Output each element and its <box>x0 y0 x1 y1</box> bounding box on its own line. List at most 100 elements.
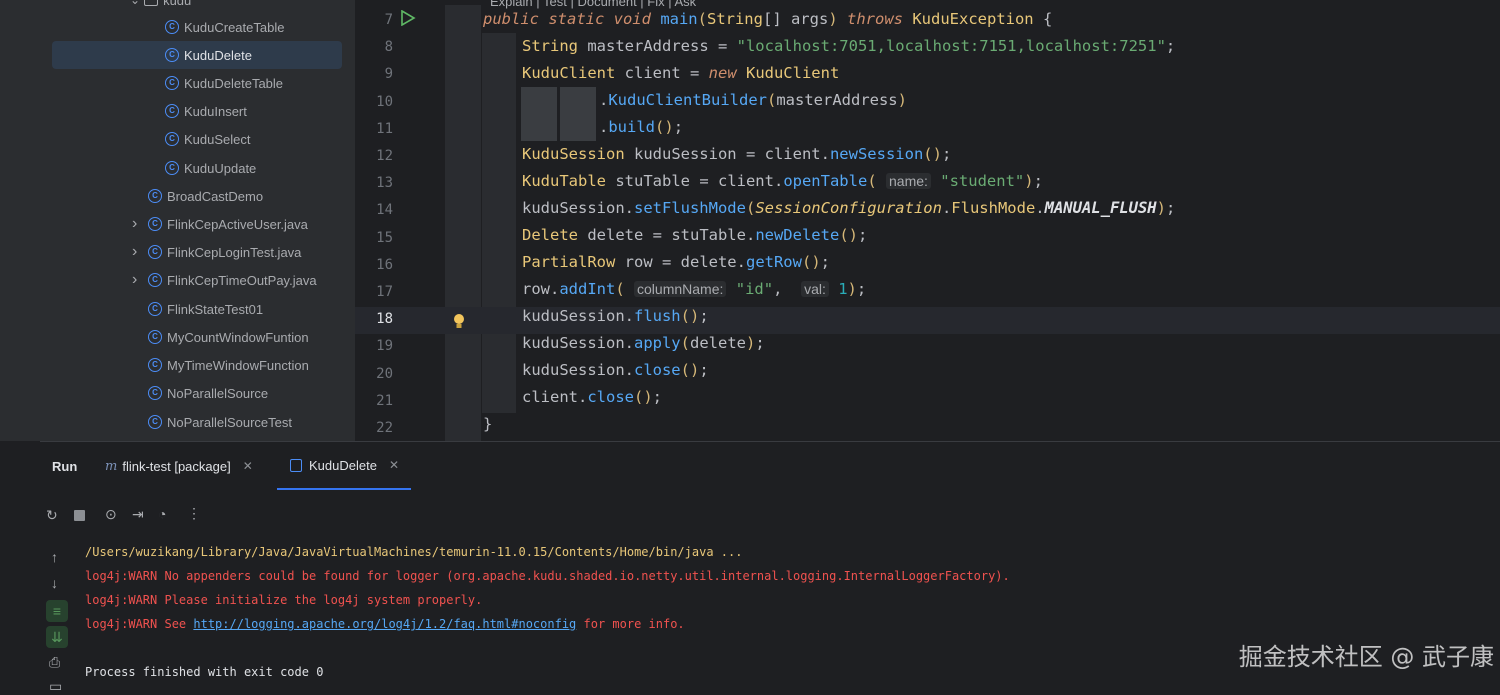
tree-item[interactable]: C KuduSelect <box>52 125 342 153</box>
tree-folder-kudu[interactable]: ⌄ kudu <box>130 0 330 14</box>
line-number: 8 <box>384 39 393 56</box>
line-number: 10 <box>376 93 393 110</box>
line-number: 15 <box>376 229 393 246</box>
tree-item[interactable]: C NoParallelSourceTest <box>52 408 342 436</box>
class-icon: C <box>148 189 162 203</box>
stop-icon[interactable] <box>74 508 85 524</box>
code-line-11[interactable]: .build(); <box>599 118 683 136</box>
delete-icon[interactable]: ▭ <box>49 678 62 695</box>
console-line-warn-3: log4j:WARN See http://logging.apache.org… <box>85 617 685 631</box>
soft-wrap-icon[interactable]: ≡ <box>46 600 68 622</box>
class-icon: C <box>165 76 179 90</box>
line-number: 13 <box>376 175 393 192</box>
class-icon: C <box>165 20 179 34</box>
camera-icon[interactable]: ⊙ <box>105 506 117 523</box>
tree-item-label: KuduDeleteTable <box>184 75 284 91</box>
code-line-13[interactable]: KuduTable stuTable = client.openTable( n… <box>522 172 1043 190</box>
line-number: 21 <box>376 392 393 409</box>
run-gutter-icon[interactable] <box>400 10 416 26</box>
tree-item[interactable]: C KuduInsert <box>52 97 342 125</box>
indent-guide <box>445 5 481 441</box>
chevron-right-icon[interactable]: › <box>132 243 137 261</box>
watermark: 掘金技术社区 @ 武子康 <box>1238 643 1494 671</box>
tree-item-label: MyCountWindowFuntion <box>167 329 309 345</box>
code-line-17[interactable]: row.addInt( columnName: "id", val: 1); <box>522 280 866 298</box>
tree-item[interactable]: C BroadCastDemo <box>52 182 342 210</box>
tree-item-label: KuduSelect <box>184 131 251 147</box>
class-icon: C <box>165 132 179 146</box>
console-line-java-path: /Users/wuzikang/Library/Java/JavaVirtual… <box>85 545 743 559</box>
tree-item-label: FlinkStateTest01 <box>167 301 264 317</box>
line-number: 14 <box>376 202 393 219</box>
scroll-down-icon[interactable]: ↓ <box>51 575 58 591</box>
tree-item[interactable]: C FlinkStateTest01 <box>52 295 342 323</box>
folder-icon <box>144 0 159 6</box>
class-icon: C <box>165 48 179 62</box>
console-text: log4j:WARN See <box>85 617 194 631</box>
tree-item-label: KuduUpdate <box>184 160 257 176</box>
scroll-to-end-icon[interactable]: ⇊ <box>46 626 68 648</box>
tree-item-label: NoParallelSourceTest <box>167 414 293 430</box>
code-line-21[interactable]: client.close(); <box>522 388 662 406</box>
tree-item-label: KuduCreateTable <box>184 19 285 35</box>
code-line-12[interactable]: KuduSession kuduSession = client.newSess… <box>522 145 951 163</box>
log4j-faq-link[interactable]: http://logging.apache.org/log4j/1.2/faq.… <box>193 617 576 631</box>
coverage-icon[interactable]: ◔ <box>158 506 166 522</box>
code-line-20[interactable]: kuduSession.close(); <box>522 361 709 379</box>
tree-item[interactable]: C MyCountWindowFuntion <box>52 323 342 351</box>
line-number: 17 <box>376 284 393 300</box>
code-line-9[interactable]: KuduClient client = new KuduClient <box>522 64 839 82</box>
class-icon: C <box>148 273 162 287</box>
class-icon: C <box>148 330 162 344</box>
class-icon: C <box>148 245 162 259</box>
line-number: 20 <box>376 365 393 382</box>
line-number: 7 <box>384 12 393 28</box>
code-line-8[interactable]: String masterAddress = "localhost:7051,l… <box>522 37 1175 55</box>
more-options-icon[interactable]: ⋮ <box>187 505 201 522</box>
class-icon: C <box>148 415 162 429</box>
tree-item[interactable]: C KuduDeleteTable <box>52 69 342 97</box>
tab-kududelete[interactable]: KuduDelete ✕ <box>277 442 411 490</box>
console-line-warn-2: log4j:WARN Please initialize the log4j s… <box>85 593 483 607</box>
close-icon[interactable]: ✕ <box>243 459 253 473</box>
chevron-right-icon[interactable]: › <box>132 215 137 233</box>
code-line-10[interactable]: .KuduClientBuilder(masterAddress) <box>599 91 907 109</box>
close-icon[interactable]: ✕ <box>389 458 399 472</box>
console-line-warn-1: log4j:WARN No appenders could be found f… <box>85 569 1010 583</box>
code-line-15[interactable]: Delete delete = stuTable.newDelete(); <box>522 226 867 244</box>
chevron-right-icon[interactable]: › <box>132 271 137 289</box>
line-number: 9 <box>384 66 393 83</box>
param-hint-name: name: <box>886 173 931 189</box>
class-icon: C <box>148 358 162 372</box>
line-number: 11 <box>376 120 393 137</box>
param-hint-columnName: columnName: <box>634 281 727 297</box>
tree-item[interactable]: C NoParallelSource <box>52 379 342 407</box>
tab-flink-test-package[interactable]: m flink-test [package] ✕ <box>105 442 253 490</box>
tree-item[interactable]: › C FlinkCepLoginTest.java <box>52 238 342 266</box>
code-line-22[interactable]: } <box>483 415 492 433</box>
tree-item[interactable]: C KuduUpdate <box>52 154 342 182</box>
indent-guide <box>560 87 596 141</box>
print-icon[interactable]: ⎙ <box>49 654 60 671</box>
code-line-18[interactable]: kuduSession.flush(); <box>522 307 709 325</box>
rerun-icon[interactable]: ↻ <box>46 507 58 524</box>
tree-item[interactable]: C KuduDelete <box>52 41 342 69</box>
tree-item[interactable]: C KuduCreateTable <box>52 13 342 41</box>
export-icon[interactable]: ⇥ <box>132 506 144 523</box>
java-file-icon <box>290 458 302 472</box>
lightbulb-icon[interactable] <box>452 312 466 335</box>
run-panel-title: Run <box>52 458 78 474</box>
code-line-7[interactable]: public static void main(String[] args) t… <box>483 10 1052 28</box>
tree-item[interactable]: › C FlinkCepTimeOutPay.java <box>52 266 342 294</box>
ai-inline-hint[interactable]: Explain | Test | Document | Fix | Ask <box>490 0 696 9</box>
code-line-16[interactable]: PartialRow row = delete.getRow(); <box>522 253 830 271</box>
class-icon: C <box>165 161 179 175</box>
tree-item[interactable]: C MyTimeWindowFunction <box>52 351 342 379</box>
tree-item-label: FlinkCepActiveUser.java <box>167 216 308 232</box>
tree-item[interactable]: › C FlinkCepActiveUser.java <box>52 210 342 238</box>
scroll-up-icon[interactable]: ↑ <box>51 549 58 565</box>
line-number: 22 <box>376 420 393 436</box>
code-line-14[interactable]: kuduSession.setFlushMode(SessionConfigur… <box>522 199 1175 217</box>
class-icon: C <box>148 302 162 316</box>
code-line-19[interactable]: kuduSession.apply(delete); <box>522 334 765 352</box>
